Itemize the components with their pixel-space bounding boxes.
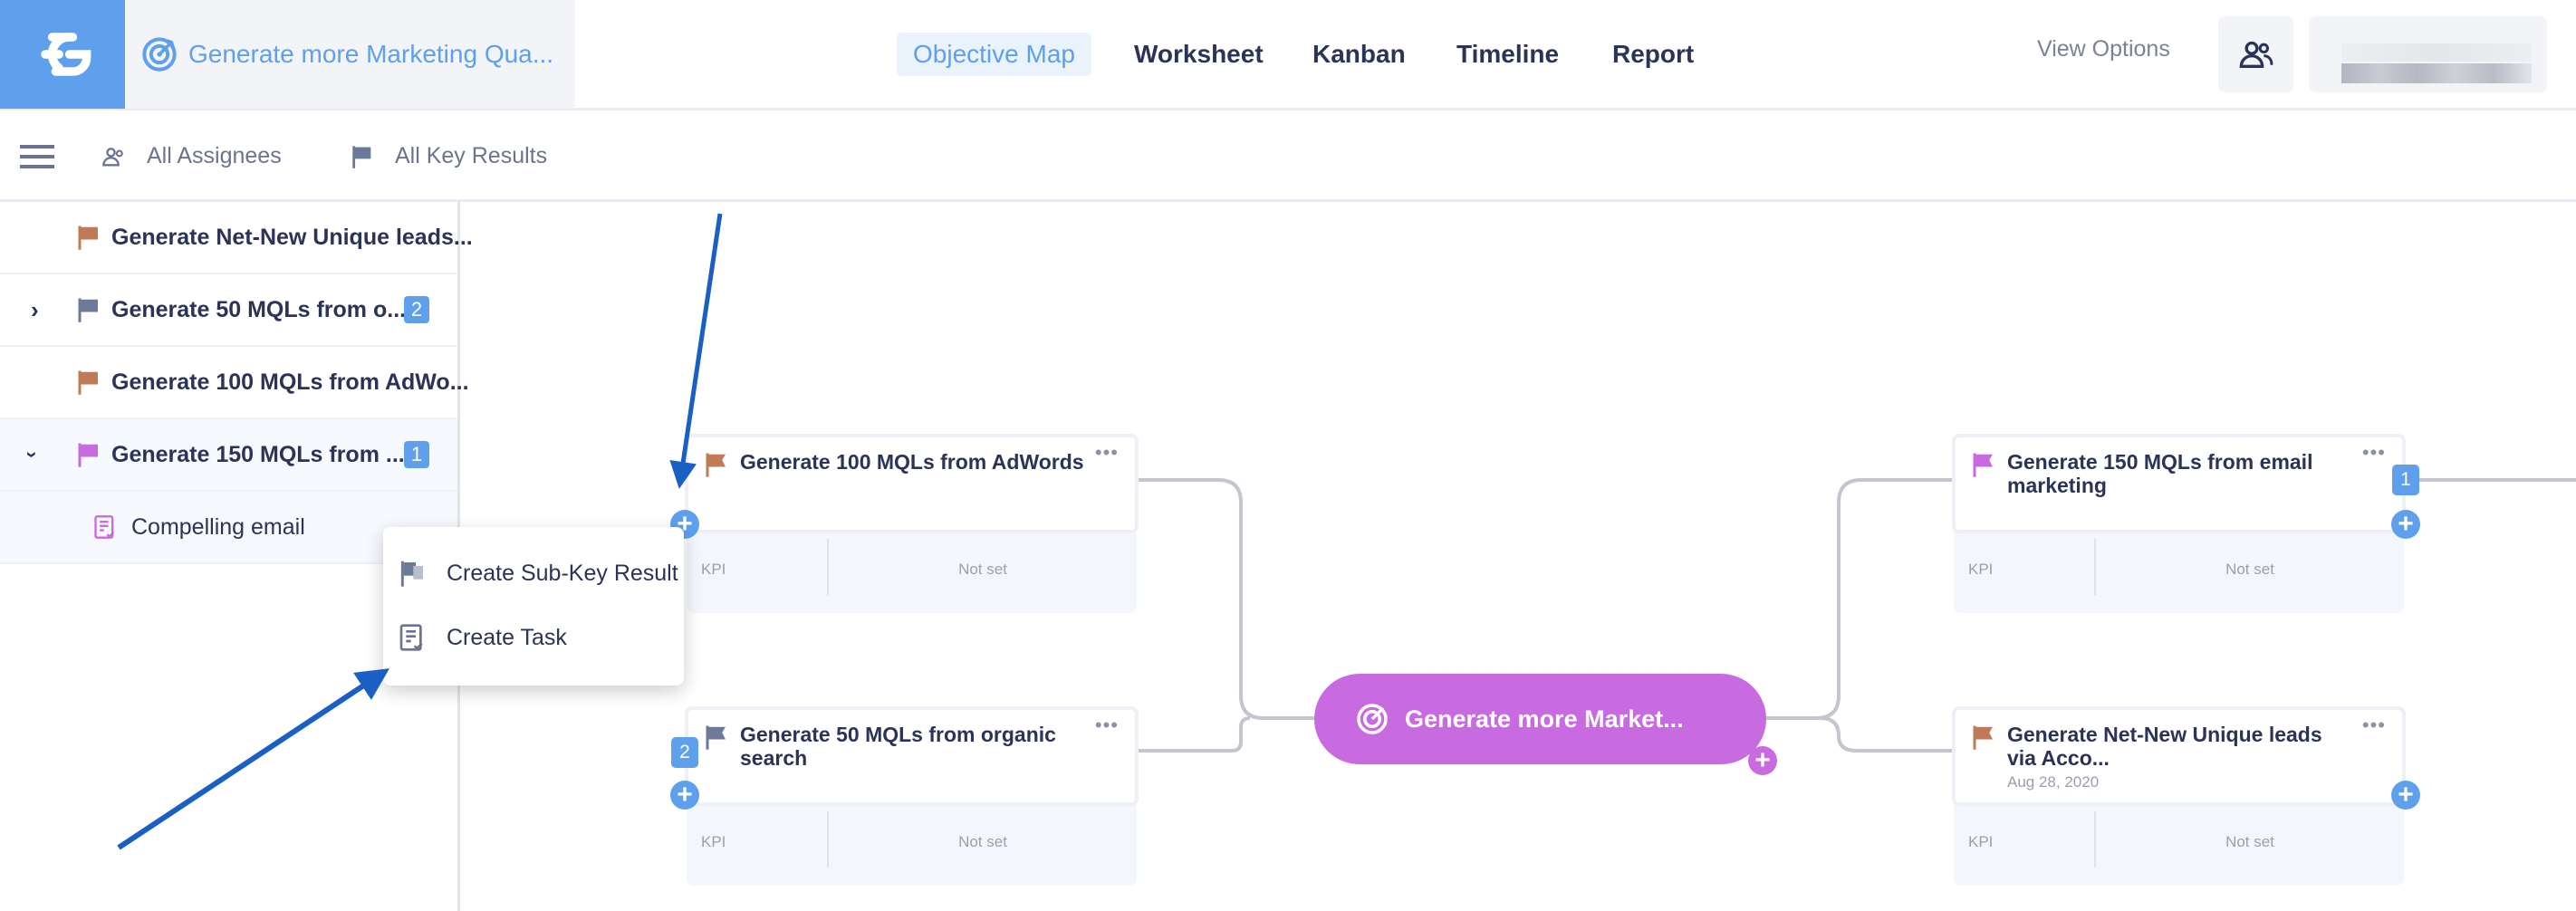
annotation-arrow [117,668,390,850]
annotation-arrows [117,213,723,850]
annotation-arrow [669,213,723,489]
